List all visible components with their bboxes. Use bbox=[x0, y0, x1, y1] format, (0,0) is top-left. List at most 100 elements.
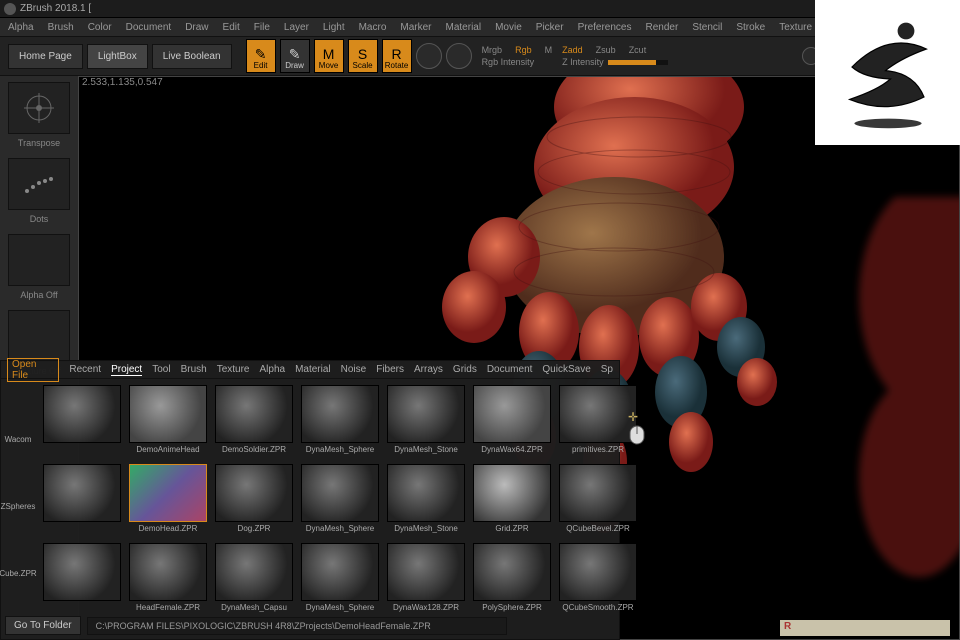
lightbox-panel: Open File Recent Project Tool Brush Text… bbox=[0, 360, 620, 640]
lightbox-item-label: DynaMesh_Sphere bbox=[306, 524, 374, 533]
lightbox-item[interactable]: Grid.ZPR bbox=[471, 464, 553, 539]
alpha-swatch[interactable] bbox=[8, 234, 70, 286]
m-label[interactable]: M bbox=[545, 45, 553, 55]
side-zspheres: ZSpheres bbox=[1, 502, 36, 511]
lightbox-item[interactable]: DynaMesh_Stone bbox=[385, 464, 467, 539]
menu-item[interactable]: Macro bbox=[359, 22, 387, 33]
tab-brush[interactable]: Brush bbox=[181, 364, 207, 375]
tab-grids[interactable]: Grids bbox=[453, 364, 477, 375]
lightbox-item-label: HeadFemale.ZPR bbox=[136, 603, 200, 612]
tab-document[interactable]: Document bbox=[487, 364, 533, 375]
menu-item[interactable]: Render bbox=[646, 22, 679, 33]
sphere-icon[interactable] bbox=[446, 43, 472, 69]
lightbox-item[interactable]: DynaMesh_Capsu bbox=[213, 543, 295, 618]
mrgb-label[interactable]: Mrgb bbox=[482, 45, 503, 55]
lightbox-item[interactable]: QCubeSmooth.ZPR bbox=[557, 543, 639, 618]
lightbox-item[interactable]: DynaWax128.ZPR bbox=[385, 543, 467, 618]
menu-item[interactable]: Picker bbox=[536, 22, 564, 33]
tab-sp[interactable]: Sp bbox=[601, 364, 613, 375]
lightbox-item[interactable]: DynaMesh_Stone bbox=[385, 385, 467, 460]
app-icon bbox=[4, 3, 16, 15]
rgb-label[interactable]: Rgb bbox=[515, 45, 532, 55]
tab-project[interactable]: Project bbox=[111, 364, 142, 376]
gyro-icon[interactable] bbox=[416, 43, 442, 69]
path-field[interactable]: C:\PROGRAM FILES\PIXOLOGIC\ZBRUSH 4R8\ZP… bbox=[87, 617, 507, 635]
lightbox-item-label: DynaWax128.ZPR bbox=[393, 603, 459, 612]
menu-item[interactable]: Light bbox=[323, 22, 345, 33]
lightbox-item-label: DemoAnimeHead bbox=[136, 445, 199, 454]
tab-texture[interactable]: Texture bbox=[217, 364, 250, 375]
lightbox-item-label: DynaWax64.ZPR bbox=[481, 445, 543, 454]
zadd-label[interactable]: Zadd bbox=[562, 45, 583, 55]
menu-item[interactable]: Document bbox=[126, 22, 172, 33]
edit-icon: ✎ bbox=[255, 47, 267, 61]
lightbox-button[interactable]: LightBox bbox=[87, 44, 148, 69]
move-mode-button[interactable]: MMove bbox=[314, 39, 344, 73]
texture-swatch[interactable] bbox=[8, 310, 70, 362]
menu-item[interactable]: Material bbox=[446, 22, 482, 33]
menu-item[interactable]: Marker bbox=[400, 22, 431, 33]
background-model bbox=[819, 197, 960, 597]
scale-mode-button[interactable]: SScale bbox=[348, 39, 378, 73]
menu-item[interactable]: File bbox=[254, 22, 270, 33]
tab-quicksave[interactable]: QuickSave bbox=[542, 364, 590, 375]
side-cube: Cube.ZPR bbox=[0, 569, 37, 578]
lightbox-item[interactable]: DynaMesh_Sphere bbox=[299, 385, 381, 460]
z-intensity-slider[interactable] bbox=[608, 60, 668, 65]
menu-item[interactable]: Edit bbox=[223, 22, 240, 33]
zcut-label[interactable]: Zcut bbox=[629, 45, 647, 55]
lightbox-item[interactable]: DemoAnimeHead bbox=[127, 385, 209, 460]
dots-button[interactable] bbox=[8, 158, 70, 210]
lightbox-item[interactable] bbox=[41, 543, 123, 618]
lightbox-item-label: QCubeBevel.ZPR bbox=[566, 524, 630, 533]
tab-alpha[interactable]: Alpha bbox=[259, 364, 285, 375]
menu-item[interactable]: Draw bbox=[185, 22, 208, 33]
cursor-indicator: ✛ bbox=[628, 410, 646, 446]
transpose-button[interactable] bbox=[8, 82, 70, 134]
tab-open-file[interactable]: Open File bbox=[7, 358, 59, 382]
lightbox-item[interactable]: DynaMesh_Sphere bbox=[299, 464, 381, 539]
home-button[interactable]: Home Page bbox=[8, 44, 83, 69]
menu-item[interactable]: Movie bbox=[495, 22, 522, 33]
rgb-intensity-label: Rgb Intensity bbox=[482, 57, 535, 67]
go-to-folder-button[interactable]: Go To Folder bbox=[5, 616, 81, 635]
lightbox-item[interactable]: HeadFemale.ZPR bbox=[127, 543, 209, 618]
menu-item[interactable]: Stroke bbox=[736, 22, 765, 33]
menu-item[interactable]: Preferences bbox=[578, 22, 632, 33]
menu-item[interactable]: Layer bbox=[284, 22, 309, 33]
tab-tool[interactable]: Tool bbox=[152, 364, 170, 375]
edit-mode-button[interactable]: ✎Edit bbox=[246, 39, 276, 73]
lightbox-item-label: Grid.ZPR bbox=[495, 524, 528, 533]
lightbox-item[interactable]: PolySphere.ZPR bbox=[471, 543, 553, 618]
zsub-label[interactable]: Zsub bbox=[596, 45, 616, 55]
lightbox-item[interactable]: DemoHead.ZPR bbox=[127, 464, 209, 539]
lightbox-item[interactable]: Dog.ZPR bbox=[213, 464, 295, 539]
tab-noise[interactable]: Noise bbox=[341, 364, 367, 375]
coordinate-readout: 2.533,1.135,0.547 bbox=[82, 77, 163, 88]
lightbox-item[interactable]: DemoSoldier.ZPR bbox=[213, 385, 295, 460]
tab-material[interactable]: Material bbox=[295, 364, 331, 375]
lightbox-item[interactable]: QCubeBevel.ZPR bbox=[557, 464, 639, 539]
tab-recent[interactable]: Recent bbox=[69, 364, 101, 375]
lightbox-item[interactable]: primitives.ZPR bbox=[557, 385, 639, 460]
draw-icon: ✎ bbox=[289, 47, 301, 61]
draw-mode-button[interactable]: ✎Draw bbox=[280, 39, 310, 73]
lightbox-item-label: DynaMesh_Sphere bbox=[306, 603, 374, 612]
tab-arrays[interactable]: Arrays bbox=[414, 364, 443, 375]
lightbox-item[interactable]: DynaMesh_Sphere bbox=[299, 543, 381, 618]
app-title: ZBrush 2018.1 [ bbox=[20, 3, 91, 14]
menu-item[interactable]: Texture bbox=[779, 22, 812, 33]
lightbox-item[interactable] bbox=[41, 385, 123, 460]
lightbox-item[interactable] bbox=[41, 464, 123, 539]
status-input[interactable]: R bbox=[780, 620, 950, 636]
tab-fibers[interactable]: Fibers bbox=[376, 364, 404, 375]
live-boolean-button[interactable]: Live Boolean bbox=[152, 44, 232, 69]
lightbox-item[interactable]: DynaWax64.ZPR bbox=[471, 385, 553, 460]
menu-item[interactable]: Stencil bbox=[692, 22, 722, 33]
menu-item[interactable]: Color bbox=[88, 22, 112, 33]
lightbox-item-label: DemoSoldier.ZPR bbox=[222, 445, 286, 454]
menu-item[interactable]: Brush bbox=[48, 22, 74, 33]
lightbox-item-label: Dog.ZPR bbox=[238, 524, 271, 533]
menu-item[interactable]: Alpha bbox=[8, 22, 34, 33]
rotate-mode-button[interactable]: RRotate bbox=[382, 39, 412, 73]
